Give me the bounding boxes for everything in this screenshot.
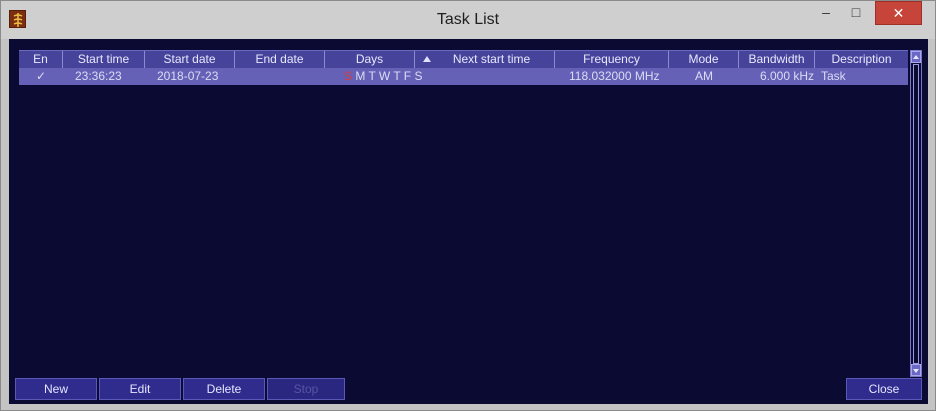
delete-button[interactable]: Delete [183,378,265,400]
cell-days: S M T W T F S [344,68,422,85]
scroll-up-icon[interactable] [911,51,921,63]
edit-button[interactable]: Edit [99,378,181,400]
column-header-start-date[interactable]: Start date [145,51,235,68]
vertical-scrollbar[interactable] [910,50,922,377]
new-button[interactable]: New [15,378,97,400]
task-list-window: Task List – □ ✕ En Start time Start date… [0,0,936,411]
task-table: En Start time Start date End date Days N… [19,50,908,371]
column-header-next-start-time[interactable]: Next start time [415,51,555,68]
column-header-bandwidth[interactable]: Bandwidth [739,51,815,68]
stop-button: Stop [267,378,345,400]
scroll-down-icon[interactable] [911,364,921,376]
minimize-icon[interactable]: – [813,1,839,23]
cell-frequency: 118.032000 MHz [569,69,660,83]
enabled-check-icon[interactable]: ✓ [36,68,46,85]
sort-ascending-icon [423,56,431,62]
table-header: En Start time Start date End date Days N… [19,50,908,68]
column-header-description[interactable]: Description [815,51,908,68]
cell-mode: AM [695,69,713,83]
title-bar[interactable]: Task List – □ ✕ [1,1,935,39]
window-title: Task List [436,11,500,28]
column-header-days[interactable]: Days [325,51,415,68]
cell-start-date: 2018-07-23 [157,69,219,83]
table-row[interactable]: ✓ 23:36:23 2018-07-23 S M T W T F S 118.… [19,68,908,85]
close-button[interactable]: Close [846,378,922,400]
column-header-next-start-time-label: Next start time [452,52,531,66]
column-header-en[interactable]: En [19,51,63,68]
column-header-end-date[interactable]: End date [235,51,325,68]
task-list-panel: En Start time Start date End date Days N… [9,39,928,404]
cell-bandwidth: 6.000 kHz [760,69,815,83]
maximize-icon[interactable]: □ [843,1,869,23]
days-remaining: M T W T F S [355,69,423,83]
cell-start-time: 23:36:23 [75,69,122,83]
scroll-thumb[interactable] [913,64,919,364]
column-header-start-time[interactable]: Start time [63,51,145,68]
column-header-frequency[interactable]: Frequency [555,51,669,68]
close-icon[interactable]: ✕ [875,1,922,25]
cell-description: Task [821,69,846,83]
day-sunday: S [344,69,353,83]
column-header-mode[interactable]: Mode [669,51,739,68]
